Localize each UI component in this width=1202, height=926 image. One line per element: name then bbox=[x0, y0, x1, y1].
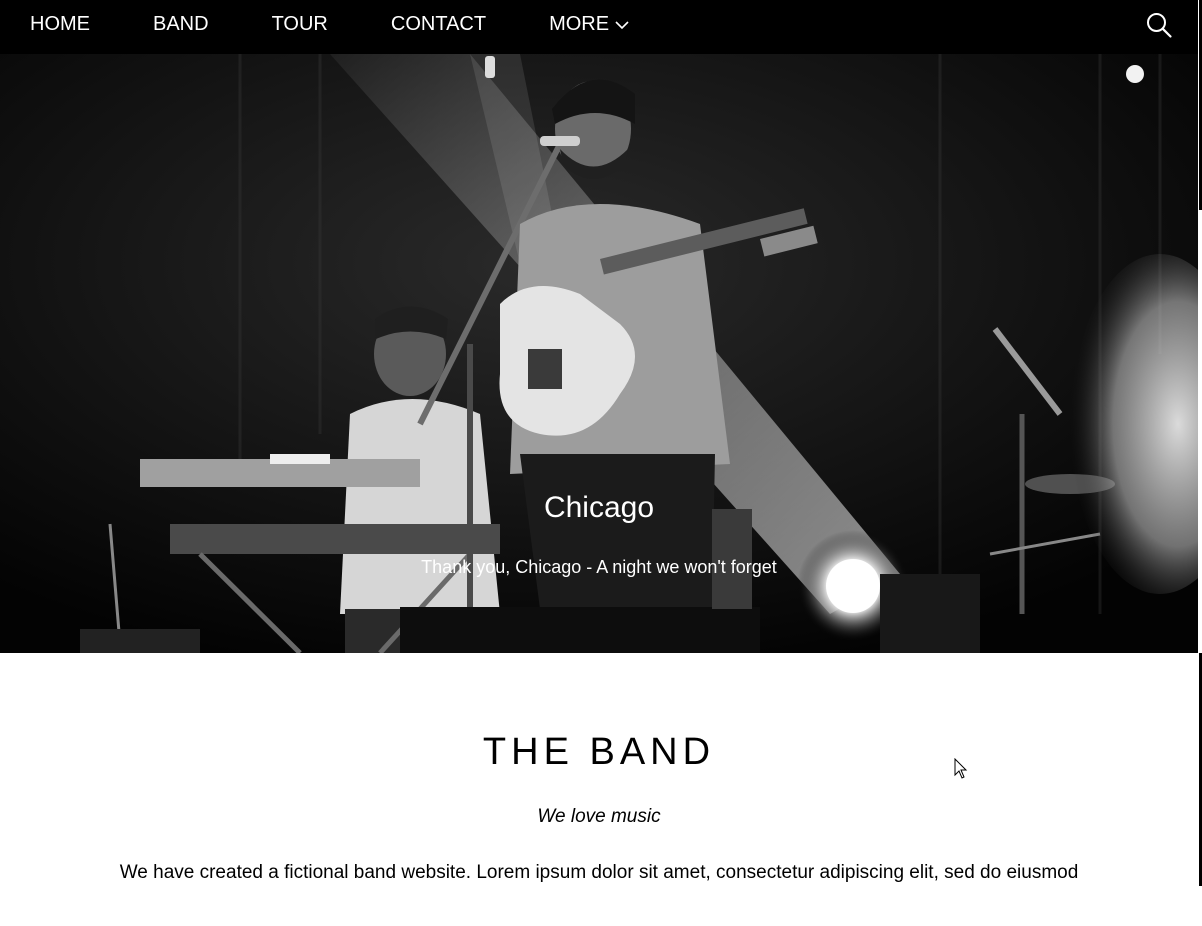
nav-item-band[interactable]: BAND bbox=[123, 0, 242, 54]
nav-item-more-label: MORE bbox=[549, 13, 610, 35]
search-button[interactable] bbox=[1145, 11, 1173, 39]
band-section-title: THE BAND bbox=[482, 731, 716, 773]
top-navbar: HOME BAND TOUR CONTACT MORE bbox=[0, 0, 1198, 54]
band-description: We have created a fictional band website… bbox=[119, 862, 1079, 883]
hero-title: Chicago bbox=[543, 491, 655, 524]
nav-item-contact[interactable]: CONTACT bbox=[361, 0, 519, 54]
mouse-cursor-icon bbox=[954, 758, 968, 779]
page: HOME BAND TOUR CONTACT MORE Chicago Than… bbox=[0, 0, 1202, 926]
nav-item-tour[interactable]: TOUR bbox=[242, 0, 361, 54]
band-tagline: We love music bbox=[537, 806, 661, 827]
nav-item-home[interactable]: HOME bbox=[0, 0, 123, 54]
nav-items: HOME BAND TOUR CONTACT MORE bbox=[0, 0, 662, 54]
nav-item-more[interactable]: MORE bbox=[519, 0, 662, 54]
chevron-down-icon bbox=[615, 21, 629, 30]
hero-subtitle: Thank you, Chicago - A night we won't fo… bbox=[421, 557, 777, 577]
search-icon bbox=[1147, 13, 1172, 38]
hero-slide: Chicago Thank you, Chicago - A night we … bbox=[0, 54, 1198, 653]
